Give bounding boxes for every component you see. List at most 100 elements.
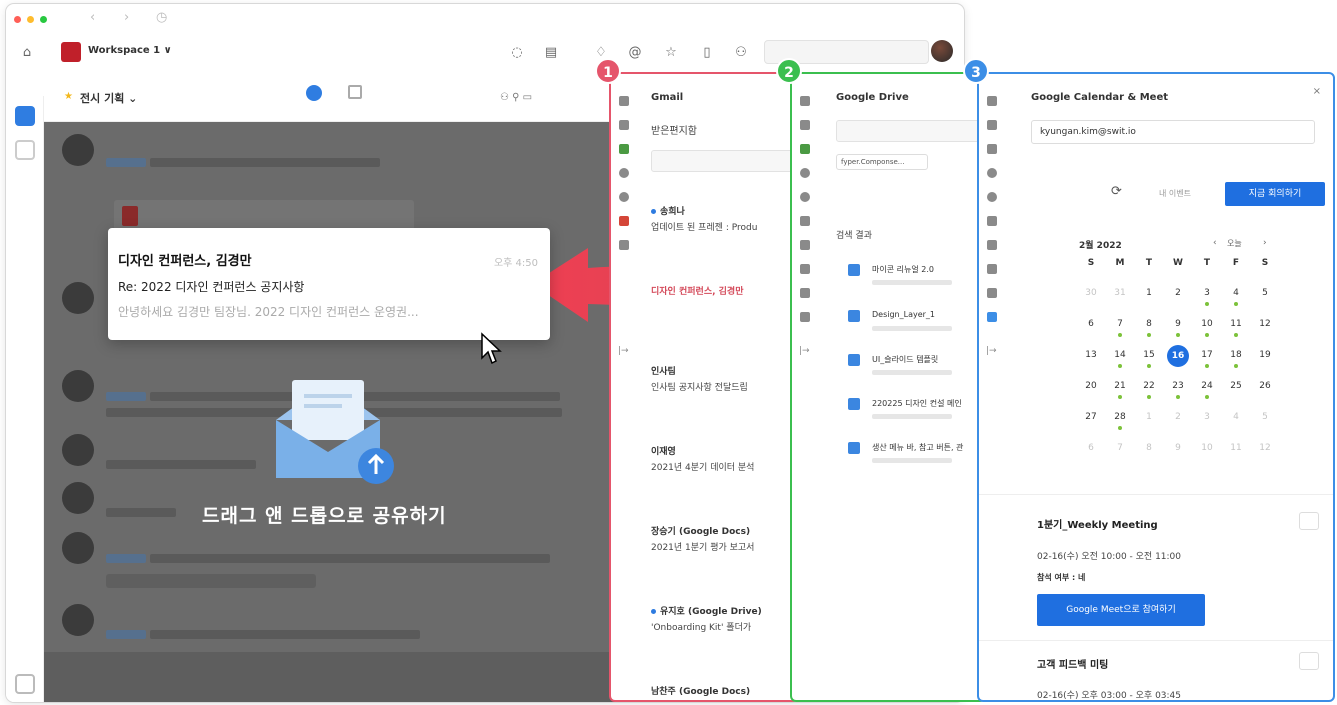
refresh-icon[interactable]: ⟳ [1111, 184, 1122, 199]
meet-icon[interactable] [800, 240, 810, 250]
calendar-day[interactable]: 13 [1077, 350, 1105, 360]
list-item[interactable]: 남찬주 (Google Docs) [651, 684, 797, 697]
calendar-day[interactable]: 6 [1077, 443, 1105, 453]
people-icon[interactable]: ⚇ [732, 44, 750, 62]
calendar-day[interactable]: 16 [1167, 345, 1189, 367]
back-icon[interactable]: ‹ [90, 10, 95, 25]
close-icon[interactable]: × [1313, 86, 1321, 97]
channel-name[interactable]: 전시 기획 ⌄ [80, 90, 137, 106]
gear-icon[interactable] [987, 192, 997, 202]
workspace-logo[interactable] [61, 42, 81, 62]
file-name[interactable]: Design_Layer_1 [872, 310, 935, 319]
calendar-day[interactable]: 10 [1193, 319, 1221, 329]
calendar-day[interactable]: 25 [1222, 381, 1250, 391]
calendar-day[interactable]: 7 [1106, 319, 1134, 329]
file-name[interactable]: UI_슬라이드 템플릿 [872, 354, 938, 365]
calendar-day[interactable]: 3 [1193, 288, 1221, 298]
calendar-day[interactable]: 10 [1193, 443, 1221, 453]
calendar-day[interactable]: 22 [1135, 381, 1163, 391]
avatar[interactable] [931, 40, 953, 62]
event-more-icon[interactable] [1299, 652, 1319, 670]
circle-icon[interactable] [987, 168, 997, 178]
calendar-day[interactable]: 24 [1193, 381, 1221, 391]
calendar-day[interactable]: 5 [1251, 288, 1279, 298]
file-name[interactable]: 생산 메뉴 바, 참고 버튼, 관 [872, 442, 963, 453]
calendar-day[interactable]: 2 [1164, 412, 1192, 422]
calendar-day[interactable]: 1 [1135, 288, 1163, 298]
folder-selector[interactable]: 받은편지함 [651, 122, 697, 137]
next-month-icon[interactable]: › [1263, 238, 1267, 248]
calendar-day[interactable]: 11 [1222, 443, 1250, 453]
calendar-day[interactable]: 28 [1106, 412, 1134, 422]
board-icon[interactable] [800, 312, 810, 322]
tab-tasks-icon[interactable] [348, 85, 362, 99]
file-checkbox[interactable] [848, 264, 860, 276]
event-title[interactable]: 고객 피드백 미팅 [1037, 656, 1108, 671]
calendar-day[interactable]: 7 [1106, 443, 1134, 453]
task-icon[interactable] [619, 120, 629, 130]
home-icon[interactable]: ⌂ [18, 44, 36, 62]
task-icon[interactable] [800, 120, 810, 130]
list-item[interactable]: 유지호 (Google Drive) 'Onboarding Kit' 폴더가 [651, 604, 797, 645]
calendar-day[interactable]: 2 [1164, 288, 1192, 298]
minimize-window-button[interactable] [27, 16, 34, 23]
meet-now-button[interactable]: 지금 회의하기 [1225, 182, 1325, 206]
calendar-day[interactable]: 4 [1222, 412, 1250, 422]
workspace-switcher[interactable]: Workspace 1 ∨ [88, 45, 172, 56]
calendar-day[interactable]: 6 [1077, 319, 1105, 329]
calendar-day[interactable]: 18 [1222, 350, 1250, 360]
task-icon[interactable] [987, 120, 997, 130]
prev-month-icon[interactable]: ‹ [1213, 238, 1217, 248]
expand-icon[interactable]: |→ [986, 346, 997, 356]
calendar-day[interactable]: 19 [1251, 350, 1279, 360]
mail-search-input[interactable] [651, 150, 797, 172]
event-title[interactable]: 1분기_Weekly Meeting [1037, 516, 1158, 531]
email-notification[interactable]: 디자인 컨퍼런스, 김경만 오후 4:50 Re: 2022 디자인 컨퍼런스 … [108, 228, 550, 340]
doc-icon[interactable] [987, 288, 997, 298]
close-window-button[interactable] [14, 16, 21, 23]
drive-icon[interactable] [800, 144, 810, 154]
layout-icon[interactable]: ▤ [542, 44, 560, 62]
meet-icon[interactable] [619, 240, 629, 250]
drive-icon[interactable] [987, 144, 997, 154]
calendar-day[interactable]: 11 [1222, 319, 1250, 329]
meet-icon[interactable] [987, 240, 997, 250]
calendar-day[interactable]: 8 [1135, 319, 1163, 329]
gmail-icon[interactable] [987, 216, 997, 226]
expand-icon[interactable]: |→ [618, 346, 629, 356]
file-checkbox[interactable] [848, 310, 860, 322]
calendar-day[interactable]: 8 [1135, 443, 1163, 453]
cloud-icon[interactable] [987, 264, 997, 274]
my-events-button[interactable]: 내 이벤트 [1147, 182, 1203, 206]
calendar-day[interactable]: 9 [1164, 319, 1192, 329]
calendar-day[interactable]: 30 [1077, 288, 1105, 298]
calendar-day[interactable]: 4 [1222, 288, 1250, 298]
list-item[interactable]: 인사팀 인사팀 공지사항 전달드립 [651, 364, 797, 405]
calendar-day[interactable]: 23 [1164, 381, 1192, 391]
event-more-icon[interactable] [1299, 512, 1319, 530]
mention-icon[interactable]: @ [626, 44, 644, 62]
calendar-day[interactable]: 3 [1193, 412, 1221, 422]
file-checkbox[interactable] [848, 442, 860, 454]
star-icon[interactable]: ★ [64, 91, 73, 102]
calendar-day[interactable]: 17 [1193, 350, 1221, 360]
calendar-day[interactable]: 12 [1251, 443, 1279, 453]
file-icon[interactable]: ▯ [698, 44, 716, 62]
gmail-icon[interactable] [619, 216, 629, 226]
circle-icon[interactable] [800, 168, 810, 178]
file-checkbox[interactable] [848, 354, 860, 366]
file-name[interactable]: 마이콘 리뉴얼 2.0 [872, 264, 934, 275]
join-meet-button[interactable]: Google Meet으로 참여하기 [1037, 594, 1205, 626]
tab-chat-icon[interactable] [306, 85, 322, 101]
members-icon[interactable]: ⚇ ⚲ ▭ [500, 92, 532, 103]
rail-task-icon[interactable] [15, 140, 35, 160]
list-item[interactable]: 장승기 (Google Docs) 2021년 1분기 평가 보고서 [651, 524, 797, 565]
chat-icon[interactable] [619, 96, 629, 106]
expand-icon[interactable]: |→ [799, 346, 810, 356]
history-icon[interactable]: ◷ [156, 10, 167, 25]
rail-bottom-icon[interactable] [15, 674, 35, 694]
drive-icon[interactable] [619, 144, 629, 154]
doc-icon[interactable] [800, 288, 810, 298]
calendar-day[interactable]: 27 [1077, 412, 1105, 422]
chat-icon[interactable] [987, 96, 997, 106]
